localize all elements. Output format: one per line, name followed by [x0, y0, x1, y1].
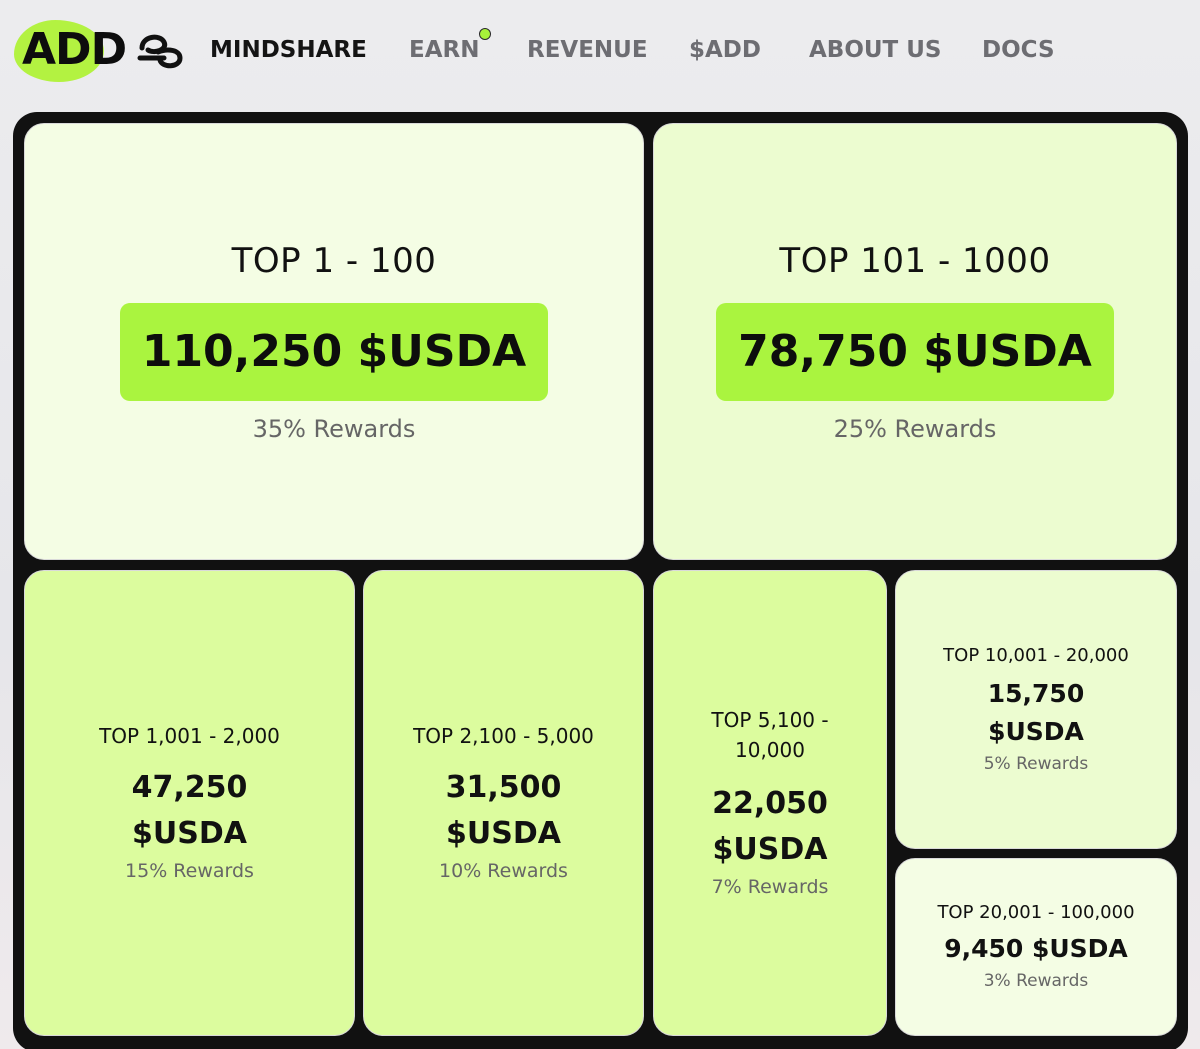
logo-text: ADD [22, 24, 127, 75]
tier-reward-percent: 35% Rewards [252, 414, 416, 443]
add-logo[interactable]: ADD [14, 18, 190, 84]
nav-docs[interactable]: DOCS [982, 34, 1055, 66]
tier-amount: 47,250 [131, 770, 248, 805]
tier-card-2: TOP 101 - 1000 78,750 $USDA 25% Rewards [653, 123, 1177, 560]
tier-card-6: TOP 10,001 - 20,000 15,750 $USDA 5% Rewa… [895, 570, 1177, 849]
tier-reward-percent: 5% Rewards [983, 753, 1089, 774]
tier-range: TOP 1,001 - 2,000 [99, 724, 280, 748]
rewards-panel: TOP 1 - 100 110,250 $USDA 35% Rewards TO… [13, 112, 1188, 1049]
logo-knot-icon [137, 34, 183, 69]
nav-earn[interactable]: EARN [409, 34, 479, 66]
tier-amount-unit: $USDA [988, 716, 1084, 746]
tier-card-5: TOP 5,100 - 10,000 22,050 $USDA 7% Rewar… [653, 570, 887, 1036]
tier-amount: 15,750 [987, 678, 1085, 708]
tier-card-7: TOP 20,001 - 100,000 9,450 $USDA 3% Rewa… [895, 858, 1177, 1036]
tier-card-1: TOP 1 - 100 110,250 $USDA 35% Rewards [24, 123, 644, 560]
tier-card-3: TOP 1,001 - 2,000 47,250 $USDA 15% Rewar… [24, 570, 355, 1036]
tier-reward-percent: 10% Rewards [439, 860, 568, 882]
nav-add-token[interactable]: $ADD [689, 34, 761, 66]
tier-range: TOP 101 - 1000 [779, 240, 1051, 281]
tier-range: TOP 2,100 - 5,000 [413, 724, 594, 748]
tier-card-4: TOP 2,100 - 5,000 31,500 $USDA 10% Rewar… [363, 570, 644, 1036]
tier-amount: 9,450 $USDA [944, 934, 1128, 963]
tier-reward-percent: 3% Rewards [983, 971, 1089, 991]
tier-amount: 22,050 [712, 786, 828, 821]
page: ADD MINDSHARE EARN REVENUE $ADD ABOUT US… [0, 0, 1200, 1049]
tier-range: TOP 1 - 100 [231, 240, 437, 281]
tier-amount: 31,500 [445, 770, 562, 805]
tier-range: TOP 20,001 - 100,000 [937, 902, 1135, 923]
tier-reward-percent: 25% Rewards [833, 414, 997, 443]
nav-mindshare[interactable]: MINDSHARE [210, 34, 367, 66]
tier-amount-badge: 110,250 $USDA [119, 302, 549, 401]
tier-amount-unit: $USDA [446, 816, 561, 851]
top-nav-bar: ADD MINDSHARE EARN REVENUE $ADD ABOUT US… [0, 0, 1200, 104]
tier-range: TOP 10,001 - 20,000 [943, 644, 1129, 666]
nav-revenue[interactable]: REVENUE [527, 34, 648, 66]
tier-amount-badge: 78,750 $USDA [716, 302, 1114, 401]
tier-amount-unit: $USDA [712, 832, 828, 867]
tier-amount-unit: $USDA [132, 816, 247, 851]
tier-reward-percent: 7% Rewards [711, 876, 829, 898]
tier-range-line-1: TOP 5,100 - [711, 708, 829, 732]
earn-notification-dot [479, 28, 491, 40]
nav-about-us[interactable]: ABOUT US [809, 34, 942, 66]
tier-reward-percent: 15% Rewards [125, 860, 254, 882]
tier-range-line-2: 10,000 [735, 738, 805, 762]
